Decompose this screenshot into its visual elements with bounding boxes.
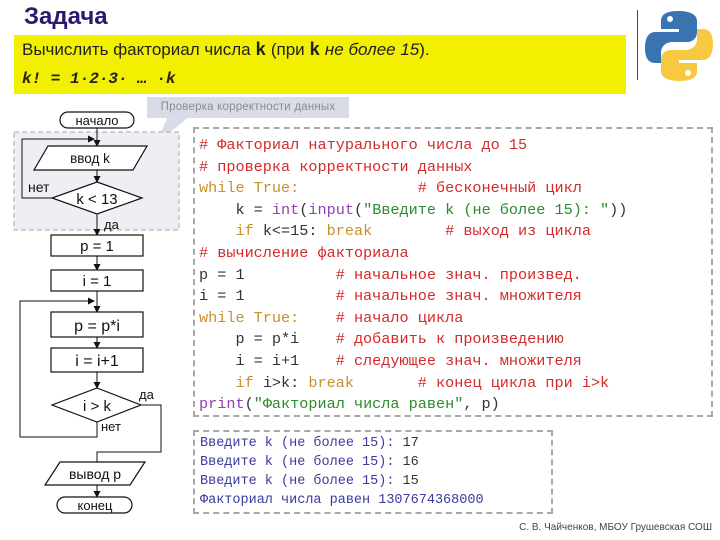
cond2-label: i > k	[83, 398, 111, 415]
code-line: if i>k: break # конец цикла при i>k	[199, 373, 627, 395]
python-logo-eye-top	[667, 16, 673, 22]
console-prompt: Введите k (не более 15):	[200, 455, 403, 470]
start-label: начало	[75, 113, 118, 128]
python-logo-eye-bottom	[685, 70, 691, 76]
author-credit: С. В. Чайченков, МБОУ Грушевская СОШ	[519, 522, 712, 533]
task-text-end: ).	[419, 40, 430, 59]
code-token: # выход из цикла	[445, 222, 591, 241]
code-line: p = p*i # добавить к произведению	[199, 329, 627, 351]
cond2-no-label: нет	[101, 419, 121, 434]
task-var-k2: k	[309, 41, 321, 61]
code-token: p = 1	[199, 265, 336, 284]
code-token: # начальное знач. произвед.	[335, 265, 582, 284]
cond1-yes-label: да	[104, 217, 120, 232]
cond1-no-label: нет	[28, 179, 50, 195]
cond2-yes-label: да	[139, 387, 155, 402]
code-line: if k<=15: break # выход из цикла	[199, 221, 627, 243]
code-token: # конец цикла при i>k	[417, 373, 610, 392]
task-limit: не более 15	[320, 40, 420, 59]
console-prompt: Факториал числа равен 1307674368000	[200, 493, 484, 508]
code-line: while True: # бесконечный цикл	[199, 178, 627, 200]
code-line: while True: # начало цикла	[199, 308, 627, 330]
console-prompt: Введите k (не более 15):	[200, 474, 403, 489]
code-token: # следующее знач. множителя	[335, 351, 582, 370]
code-token: # проверка корректности данных	[199, 157, 473, 176]
code-token: "Введите k (не более 15): "	[363, 200, 610, 219]
console-output: Введите k (не более 15): 17 Введите k (не…	[200, 434, 484, 510]
task-var-k: k	[255, 41, 267, 61]
code-line: i = i+1 # следующее знач. множителя	[199, 351, 627, 373]
code-line: k = int(input("Введите k (не более 15): …	[199, 200, 627, 222]
logo-divider	[637, 10, 638, 80]
code-token: break	[308, 373, 354, 392]
code-token: (	[353, 200, 364, 219]
incr-label: i = i+1	[75, 353, 119, 370]
code-token: (	[244, 395, 254, 414]
p-init-label: p = 1	[80, 238, 114, 255]
end-label: конец	[78, 498, 113, 513]
code-token: k<=15:	[253, 222, 327, 241]
code-token: # добавить к произведению	[335, 330, 564, 349]
code-token: # вычисление факториала	[199, 243, 409, 262]
python-logo-icon	[645, 11, 713, 81]
code-token: int	[271, 200, 300, 219]
input-label: ввод k	[70, 151, 110, 166]
code-token: "Факториал числа равен"	[253, 395, 464, 414]
code-token: ))	[609, 200, 628, 219]
console-line: Введите k (не более 15): 16	[200, 453, 484, 472]
code-line: p = 1 # начальное знач. произвед.	[199, 265, 627, 287]
code-token: while True:	[199, 308, 300, 327]
flowchart: начало ввод k k < 13 нет да p = 1 i = 1 …	[13, 111, 180, 514]
console-prompt: Введите k (не более 15):	[200, 436, 403, 451]
code-token: # начальное знач. множителя	[335, 287, 582, 306]
code-token: break	[326, 222, 373, 241]
console-line: Введите k (не более 15): 17	[200, 434, 484, 453]
console-line: Введите k (не более 15): 15	[200, 472, 484, 491]
code-token: i>k:	[253, 373, 309, 392]
code-token: if	[235, 373, 254, 392]
code-token: print	[199, 395, 245, 414]
task-text-mid: (при	[266, 40, 310, 59]
code-token: # Факториал натурального числа до 15	[199, 136, 528, 154]
console-line: Факториал числа равен 1307674368000	[200, 491, 484, 510]
code-token: p = p*i	[199, 330, 336, 349]
code-token: i = 1	[199, 287, 336, 306]
code-token: while True:	[199, 179, 300, 198]
code-line: i = 1 # начальное знач. множителя	[199, 286, 627, 308]
code-token: # начало цикла	[335, 308, 464, 327]
cond1-label: k < 13	[76, 191, 117, 208]
mult-label: p = p*i	[74, 318, 120, 335]
code-line: # проверка корректности данных	[199, 157, 627, 179]
code-line: # Факториал натурального числа до 15	[199, 135, 627, 157]
code-token: if	[235, 222, 254, 241]
code-token: # бесконечный цикл	[417, 179, 582, 198]
console-input-value: 15	[402, 474, 419, 489]
code-listing: # Факториал натурального числа до 15 # пр…	[199, 135, 627, 416]
code-token: i = i+1	[199, 351, 336, 370]
code-token: , p)	[463, 395, 500, 414]
i-init-label: i = 1	[83, 273, 112, 290]
code-token: k =	[199, 200, 272, 219]
console-input-value: 17	[402, 436, 419, 451]
console-input-value: 16	[402, 455, 419, 470]
code-line: print("Факториал числа равен", p)	[199, 394, 627, 416]
code-token: input	[308, 200, 354, 219]
code-line: # вычисление факториала	[199, 243, 627, 265]
output-label: вывод p	[69, 466, 121, 482]
